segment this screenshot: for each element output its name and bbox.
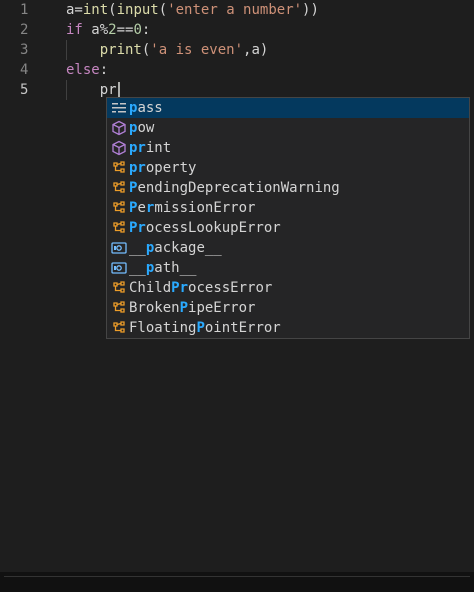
- label-text: Floating: [129, 320, 197, 336]
- match-highlight: Pr: [129, 220, 146, 236]
- code-token: 'a is even': [150, 42, 244, 58]
- label-text: ow: [137, 120, 155, 136]
- line-code: print('a is even',a): [66, 40, 269, 60]
- suggestion-item[interactable]: __package__: [107, 238, 469, 258]
- match-highlight: pr: [129, 160, 146, 176]
- code-token: 0: [133, 22, 142, 38]
- code-editor[interactable]: 1 a=int(input('enter a number')) 2 if a%2==…: [0, 0, 474, 572]
- suggestion-label: PendingDeprecationWarning: [129, 178, 340, 198]
- class-icon: [111, 200, 127, 216]
- code-token: :: [99, 62, 109, 78]
- label-text: __: [129, 240, 146, 256]
- match-highlight: pr: [129, 140, 146, 156]
- code-line[interactable]: 3 print('a is even',a): [0, 40, 474, 60]
- label-text: ointError: [204, 320, 281, 336]
- suggestion-item[interactable]: ChildProcessError: [107, 278, 469, 298]
- match-highlight: r: [179, 280, 189, 296]
- label-text: Broken: [129, 300, 180, 316]
- suggestion-item[interactable]: pass: [107, 98, 469, 118]
- line-number: 2: [20, 22, 29, 38]
- class-icon: [111, 160, 127, 176]
- code-token: a%: [91, 22, 109, 38]
- match-highlight: P: [196, 320, 205, 336]
- line-number: 4: [20, 62, 29, 78]
- suggestion-item[interactable]: __path__: [107, 258, 469, 278]
- label-text: ath__: [154, 260, 197, 276]
- label-text: endingDeprecationWarning: [137, 180, 340, 196]
- module-icon: [111, 260, 127, 276]
- suggestion-item[interactable]: ProcessLookupError: [107, 218, 469, 238]
- class-icon: [111, 220, 127, 236]
- label-text: ocessLookupError: [145, 220, 281, 236]
- class-icon: [111, 300, 127, 316]
- horizontal-scrollbar[interactable]: [4, 576, 470, 577]
- line-number: 3: [20, 42, 29, 58]
- keyword-icon: [111, 100, 127, 116]
- suggestion-item[interactable]: FloatingPointError: [107, 318, 469, 338]
- suggestion-label: __package__: [129, 238, 222, 258]
- suggestion-label: __path__: [129, 258, 196, 278]
- code-token: pr: [66, 82, 117, 98]
- code-line[interactable]: 4 else:: [0, 60, 474, 80]
- suggestion-label: property: [129, 158, 196, 178]
- code-token: (: [108, 2, 117, 18]
- module-icon: [111, 240, 127, 256]
- label-text: ackage__: [154, 240, 222, 256]
- line-code: a=int(input('enter a number')): [66, 0, 319, 20]
- line-code: if a%2==0:: [66, 20, 150, 40]
- label-text: ipeError: [188, 300, 256, 316]
- suggestion-item[interactable]: property: [107, 158, 469, 178]
- suggestion-item[interactable]: pow: [107, 118, 469, 138]
- suggestion-label: pow: [129, 118, 154, 138]
- code-token: else: [66, 62, 100, 78]
- label-text: e: [137, 200, 146, 216]
- code-token: (: [158, 2, 168, 18]
- text-cursor: [117, 81, 120, 99]
- label-text: missionError: [154, 200, 256, 216]
- code-token: print: [66, 42, 142, 58]
- suggestion-item[interactable]: print: [107, 138, 469, 158]
- label-text: int: [145, 140, 172, 156]
- code-token: )): [302, 2, 319, 18]
- code-token: 2: [108, 22, 117, 38]
- label-text: Child: [129, 280, 172, 296]
- label-text: operty: [145, 160, 197, 176]
- code-token: int: [82, 2, 109, 18]
- suggestion-label: print: [129, 138, 171, 158]
- code-token: input: [116, 2, 159, 18]
- suggestion-label: PermissionError: [129, 198, 255, 218]
- code-token: ==: [116, 22, 134, 38]
- label-text: __: [129, 260, 146, 276]
- match-highlight: P: [171, 280, 180, 296]
- code-token: 'enter a number': [167, 2, 303, 18]
- match-highlight: P: [179, 300, 189, 316]
- suggestion-widget[interactable]: pass pow print property PendingDeprecationWa…: [106, 97, 470, 339]
- suggestion-item[interactable]: BrokenPipeError: [107, 298, 469, 318]
- suggestion-label: BrokenPipeError: [129, 298, 255, 318]
- class-icon: [111, 320, 127, 336]
- suggestion-label: ChildProcessError: [129, 278, 272, 298]
- function-cube-icon: [111, 140, 127, 156]
- class-icon: [111, 280, 127, 296]
- code-token: :: [141, 22, 151, 38]
- code-line[interactable]: 2 if a%2==0:: [0, 20, 474, 40]
- line-number: 1: [20, 2, 29, 18]
- suggestion-label: FloatingPointError: [129, 318, 281, 338]
- line-number: 5: [20, 82, 29, 98]
- label-text: ass: [137, 100, 163, 116]
- class-icon: [111, 180, 127, 196]
- code-token: a=: [66, 2, 83, 18]
- function-cube-icon: [111, 120, 127, 136]
- code-line[interactable]: 1 a=int(input('enter a number')): [0, 0, 474, 20]
- code-token: if: [66, 22, 92, 38]
- bottom-panel-bar: [0, 572, 474, 592]
- suggestion-label: pass: [129, 98, 163, 118]
- code-token: ,a): [243, 42, 269, 58]
- label-text: ocessError: [188, 280, 273, 296]
- suggestion-label: ProcessLookupError: [129, 218, 281, 238]
- suggestion-item[interactable]: PermissionError: [107, 198, 469, 218]
- suggestion-item[interactable]: PendingDeprecationWarning: [107, 178, 469, 198]
- line-code: else:: [66, 60, 108, 80]
